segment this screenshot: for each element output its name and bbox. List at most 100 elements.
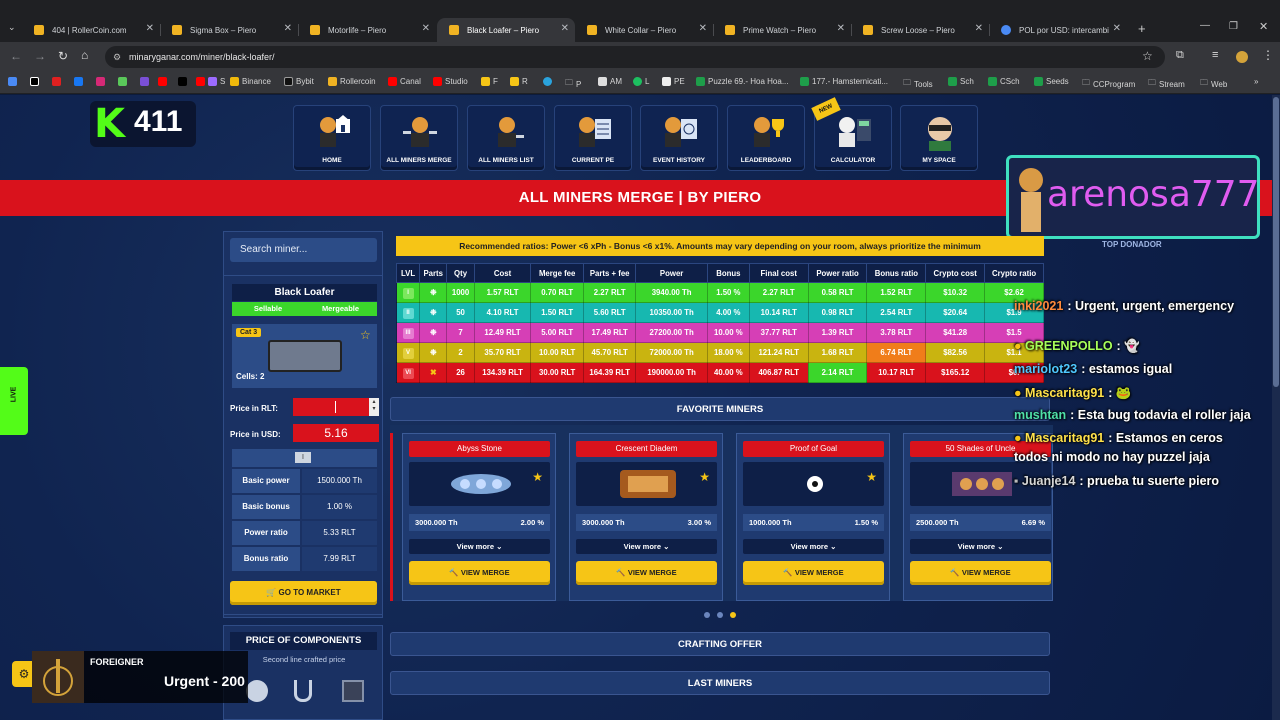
bookmark-x-icon[interactable] — [178, 77, 187, 86]
browser-tab-3[interactable]: Motorlife – Piero ✕ — [298, 18, 436, 42]
bookmark-folder-stream[interactable]: 🗀 Stream — [1148, 77, 1185, 91]
favorite-miner-card[interactable]: Crescent Diadem ★ 3000.000 Th 3.00 % View… — [569, 433, 723, 601]
bookmark-am[interactable]: AM — [598, 77, 622, 86]
last-miners-header[interactable]: LAST MINERS — [390, 671, 1050, 695]
favorite-star-icon[interactable]: ★ — [699, 470, 710, 484]
bookmark-folder-p[interactable]: 🗀 P — [565, 77, 581, 91]
close-tab-icon[interactable]: ✕ — [561, 23, 569, 34]
bookmark-bybit[interactable]: Bybit — [284, 77, 314, 86]
page-scrollbar[interactable] — [1272, 95, 1280, 720]
carousel-dot[interactable] — [717, 612, 723, 618]
carousel-dot[interactable] — [704, 612, 710, 618]
back-icon[interactable]: ← — [10, 49, 22, 63]
nav-calculator-button[interactable]: NEW CALCULATOR — [811, 97, 892, 171]
stepper-control[interactable]: ▴ ▾ — [369, 398, 379, 416]
bookmark-facebook-icon[interactable] — [74, 77, 83, 86]
scrollbar-thumb[interactable] — [1273, 97, 1279, 387]
reload-icon[interactable]: ↻ — [58, 49, 68, 63]
bookmark-youtube-icon[interactable] — [158, 77, 167, 86]
bookmark-canal[interactable]: Canal — [388, 77, 421, 86]
close-window-icon[interactable]: ✕ — [1259, 20, 1268, 33]
search-miner-input[interactable]: Search miner... — [230, 238, 377, 262]
close-tab-icon[interactable]: ✕ — [975, 23, 983, 34]
nav-home-button[interactable]: HOME — [293, 105, 371, 171]
forward-icon[interactable]: → — [34, 49, 46, 63]
restore-window-icon[interactable]: ❐ — [1229, 21, 1238, 32]
new-tab-icon[interactable]: + — [1138, 21, 1146, 36]
favorite-star-icon[interactable]: ★ — [866, 470, 877, 484]
bookmarks-overflow-icon[interactable]: » — [1254, 77, 1258, 86]
bookmark-folder-web[interactable]: 🗀 Web — [1200, 77, 1227, 91]
live-side-tab[interactable]: LIVE — [0, 367, 28, 435]
nav-my-space-button[interactable]: MY SPACE — [900, 105, 978, 171]
browser-tab-6[interactable]: Prime Watch – Piero ✕ — [713, 18, 851, 42]
browser-tab-7[interactable]: Screw Loose – Piero ✕ — [851, 18, 989, 42]
minimize-window-icon[interactable]: — — [1200, 20, 1210, 31]
nav-all-miners-merge-button[interactable]: ALL MINERS MERGE — [380, 105, 458, 171]
close-tab-icon[interactable]: ✕ — [699, 23, 707, 34]
favorite-star-icon[interactable]: ★ — [532, 470, 543, 484]
url-field[interactable]: ⚙ minaryganar.com/miner/black-loafer/ — [105, 46, 1165, 68]
bookmark-binance[interactable]: Binance — [230, 77, 271, 86]
bookmark-instagram-icon[interactable] — [96, 77, 105, 86]
bookmark-rollercoin[interactable]: Rollercoin — [328, 77, 376, 86]
menu-kebab-icon[interactable]: ⋮ — [1262, 48, 1274, 62]
browser-tab-2[interactable]: Sigma Box – Piero ✕ — [160, 18, 298, 42]
tab-list-chevron-icon[interactable]: ⌄ — [8, 22, 16, 33]
bookmark-hamster[interactable]: 177.- Hamsternicati... — [800, 77, 888, 86]
bookmark-icon[interactable] — [196, 77, 205, 86]
bookmark-star-icon[interactable]: ☆ — [1142, 49, 1153, 63]
bookmark-f[interactable]: F — [481, 77, 498, 86]
view-merge-button[interactable]: 🔨 VIEW MERGE — [409, 561, 550, 585]
close-tab-icon[interactable]: ✕ — [837, 23, 845, 34]
view-merge-button[interactable]: 🔨 VIEW MERGE — [576, 561, 717, 585]
view-more-toggle[interactable]: View more ⌄ — [910, 539, 1051, 554]
close-tab-icon[interactable]: ✕ — [284, 23, 292, 34]
view-merge-button[interactable]: 🔨 VIEW MERGE — [743, 561, 884, 585]
browser-tab-5[interactable]: White Collar – Piero ✕ — [575, 18, 713, 42]
media-icon[interactable]: ≡ — [1212, 49, 1218, 61]
home-icon[interactable]: ⌂ — [81, 48, 88, 62]
crafting-offer-header[interactable]: CRAFTING OFFER — [390, 632, 1050, 656]
bookmark-seeds[interactable]: Seeds — [1034, 77, 1069, 86]
price-rlt-input[interactable]: ▴ ▾ — [293, 398, 379, 416]
nav-event-history-button[interactable]: EVENT HISTORY — [640, 105, 718, 171]
bookmark-studio[interactable]: Studio — [433, 77, 468, 86]
close-tab-icon[interactable]: ✕ — [422, 23, 430, 34]
site-info-icon[interactable]: ⚙ — [113, 46, 121, 68]
level-tag[interactable]: I — [295, 452, 311, 463]
extensions-icon[interactable]: ⧉ — [1176, 49, 1184, 62]
favorite-miner-card[interactable]: Proof of Goal ★ 1000.000 Th 1.50 % View m… — [736, 433, 890, 601]
bookmark-folder-ccprogram[interactable]: 🗀 CCProgram — [1082, 77, 1135, 91]
browser-tab-1[interactable]: 404 | RollerCoin.com ✕ — [22, 18, 160, 42]
bookmark-apps-icon[interactable] — [8, 77, 17, 86]
view-more-toggle[interactable]: View more ⌄ — [409, 539, 550, 554]
view-more-toggle[interactable]: View more ⌄ — [576, 539, 717, 554]
profile-avatar[interactable] — [1236, 51, 1248, 63]
bookmark-icon[interactable] — [118, 77, 127, 86]
view-more-toggle[interactable]: View more ⌄ — [743, 539, 884, 554]
favorite-miner-card[interactable]: Abyss Stone ★ 3000.000 Th 2.00 % View mor… — [402, 433, 556, 601]
bookmark-folder-tools[interactable]: 🗀 Tools — [903, 77, 933, 91]
bookmark-csch[interactable]: CSch — [988, 77, 1020, 86]
bookmark-pe[interactable]: PE — [662, 77, 685, 86]
browser-tab-4-active[interactable]: Black Loafer – Piero ✕ — [437, 18, 575, 42]
go-to-market-button[interactable]: 🛒 GO TO MARKET — [230, 581, 377, 605]
browser-tab-8[interactable]: POL por USD: intercambi ✕ — [989, 18, 1127, 42]
bookmark-r[interactable]: R — [510, 77, 528, 86]
bookmark-telegram-icon[interactable] — [543, 77, 552, 86]
bookmark-icon[interactable] — [30, 77, 39, 86]
favorite-miners-header[interactable]: FAVORITE MINERS — [390, 397, 1050, 421]
view-merge-button[interactable]: 🔨 VIEW MERGE — [910, 561, 1051, 585]
bookmark-sch[interactable]: Sch — [948, 77, 974, 86]
bookmark-icon[interactable] — [52, 77, 61, 86]
nav-leaderboard-button[interactable]: LEADERBOARD — [727, 105, 805, 171]
nav-current-pe-button[interactable]: CURRENT PE — [554, 105, 632, 171]
nav-all-miners-list-button[interactable]: ALL MINERS LIST — [467, 105, 545, 171]
bookmark-icon[interactable] — [140, 77, 149, 86]
bookmark-puzzle[interactable]: Puzzle 69.- Hoa Hoa... — [696, 77, 788, 86]
close-tab-icon[interactable]: ✕ — [1113, 23, 1121, 34]
bookmark-l[interactable]: L — [633, 77, 649, 86]
bookmark-s[interactable]: S — [208, 77, 225, 86]
close-tab-icon[interactable]: ✕ — [146, 23, 154, 34]
